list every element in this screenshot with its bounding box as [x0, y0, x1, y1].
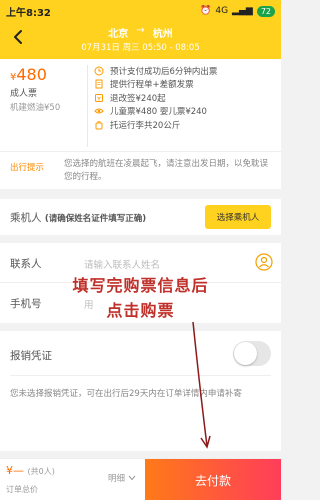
eye-icon: [94, 108, 104, 114]
route-arrow-icon: →: [136, 25, 145, 36]
price-detail-toggle[interactable]: 明细: [108, 472, 136, 484]
fare-perks: 预计支付成功后6分钟内出票 提供行程单+差额发票 退改签¥240起 儿童票¥48…: [94, 64, 217, 132]
receipt-toggle[interactable]: [233, 341, 271, 366]
status-time: 上午8:32: [6, 7, 51, 19]
receipt-note: 您未选择报销凭证，可在出行后29天内在订单详情内申请补寄: [10, 389, 242, 399]
perk-item: 托运行李共20公斤: [94, 118, 217, 131]
signal-icon: ▂▄▆: [232, 6, 253, 16]
route-title: 北京 → 杭州: [0, 25, 281, 40]
perk-text: 儿童票¥480 婴儿票¥240: [110, 107, 207, 117]
travel-notice: 出行提示 您选择的航班在凌晨起飞，请注意出发日期，以免耽误您的行程。: [0, 151, 281, 189]
order-total: ¥— (共0人): [6, 464, 55, 477]
flight-header: 北京 → 杭州 07月31日 周三 05:50 - 08:05: [0, 22, 281, 59]
contacts-book-icon[interactable]: [255, 253, 273, 271]
passenger-label: 乘机人: [10, 212, 42, 224]
luggage-icon: [95, 120, 103, 129]
receipt-label: 报销凭证: [10, 350, 52, 362]
passenger-hint: (请确保姓名证件填写正确): [44, 214, 147, 224]
checkout-bar: ¥— (共0人) 订单总价 明细 去付款: [0, 458, 281, 500]
status-indicators: ⏰ 4G ▂▄▆ 72: [200, 5, 275, 17]
notice-label: 出行提示: [10, 163, 45, 173]
passenger-title: 乘机人 (请确保姓名证件填写正确): [10, 210, 146, 225]
passenger-count: (共0人): [27, 467, 55, 476]
contact-name-label: 联系人: [10, 258, 42, 270]
alarm-icon: ⏰: [200, 6, 212, 16]
perk-item: 预计支付成功后6分钟内出票: [94, 64, 217, 77]
destination-city: 杭州: [152, 29, 173, 40]
refund-icon: [95, 93, 103, 102]
pay-button[interactable]: 去付款: [145, 459, 281, 500]
battery-indicator: 72: [256, 5, 275, 17]
notice-text: 您选择的航班在凌晨起飞，请注意出发日期，以免耽误您的行程。: [64, 159, 269, 182]
flight-datetime: 07月31日 周三 05:50 - 08:05: [81, 43, 200, 53]
contact-name-input[interactable]: 请输入联系人姓名: [84, 257, 160, 271]
annotation-line-2: 点击购票: [106, 301, 175, 320]
perk-item: 退改签¥240起: [94, 91, 217, 104]
divider: [87, 65, 88, 147]
fare-amount: 480: [16, 65, 47, 84]
toggle-knob: [234, 342, 257, 365]
network-label: 4G: [215, 6, 229, 16]
perk-text: 预计支付成功后6分钟内出票: [110, 66, 218, 77]
fare-card: ¥480 成人票 机建燃油¥50 预计支付成功后6分钟内出票 提供行程单+差额发…: [0, 59, 281, 151]
annotation-line-1: 填写完购票信息后: [72, 276, 209, 295]
fuel-fee: 机建燃油¥50: [10, 103, 61, 113]
choose-passenger-button[interactable]: 选择乘机人: [205, 205, 271, 229]
chevron-down-icon: [128, 475, 136, 481]
perk-item: 儿童票¥480 婴儿票¥240: [94, 105, 217, 118]
perk-text: 提供行程单+差额发票: [110, 80, 194, 90]
detail-label: 明细: [108, 474, 126, 484]
perk-text: 退改签¥240起: [110, 93, 166, 104]
receipt-icon: [95, 79, 103, 89]
passenger-type: 成人票: [10, 89, 38, 99]
total-label: 订单总价: [6, 485, 38, 494]
receipt-section: 报销凭证 您未选择报销凭证，可在出行后29天内在订单详情内申请补寄: [0, 331, 281, 451]
status-bar: 上午8:32 ⏰ 4G ▂▄▆ 72: [0, 0, 281, 22]
divider: [10, 375, 271, 376]
clock-icon: [94, 66, 104, 75]
total-amount: ¥—: [6, 464, 24, 477]
origin-city: 北京: [108, 29, 129, 40]
perk-item: 提供行程单+差额发票: [94, 78, 217, 91]
passenger-section: 乘机人 (请确保姓名证件填写正确) 选择乘机人: [0, 199, 281, 235]
fare-price: ¥480: [10, 65, 47, 84]
perk-text: 托运行李共20公斤: [110, 120, 181, 131]
